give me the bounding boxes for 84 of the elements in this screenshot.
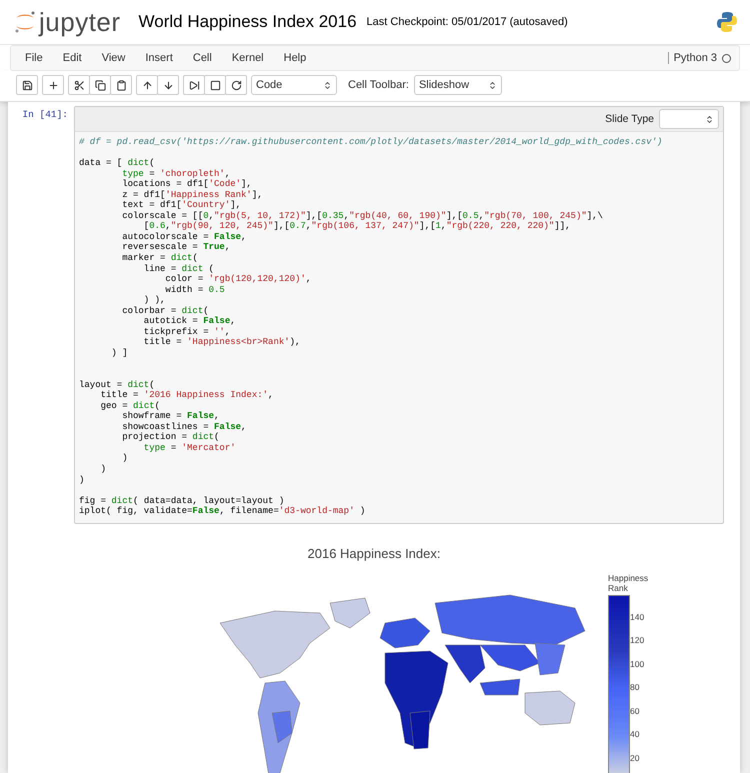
clipboard-icon bbox=[116, 80, 126, 90]
code-line: colorscale = [[0,"rgb(5, 10, 172)"],[0.35,"rgb(40, 60, 190)"],[0.5,"rgb(70, 100, 245)"],\ bbox=[121, 210, 604, 222]
cell-toolbar-label: Cell Toolbar: bbox=[348, 79, 409, 91]
colorbar-tick-label: 140 bbox=[630, 610, 644, 623]
up-down-caret-icon bbox=[705, 114, 714, 124]
run-button[interactable] bbox=[183, 75, 205, 95]
menu-item[interactable]: Edit bbox=[56, 52, 96, 64]
code-line: z = df1['Happiness Rank'], bbox=[121, 190, 264, 200]
colorbar-tick-label: 100 bbox=[630, 658, 644, 670]
checkpoint-status: Last Checkpoint: 05/01/2017 (autosaved) bbox=[366, 16, 569, 28]
save-button[interactable] bbox=[16, 75, 38, 95]
code-line: colorbar = dict( bbox=[121, 306, 210, 316]
save-icon bbox=[22, 80, 32, 90]
menu-item[interactable]: File bbox=[19, 52, 57, 64]
notebook-title[interactable]: World Happiness Index 2016 bbox=[138, 12, 357, 32]
code-line: ) bbox=[100, 464, 108, 474]
kernel-name: Python 3 bbox=[674, 52, 717, 64]
code-line: geo = dict( bbox=[100, 400, 162, 412]
code-line: title = '2016 Happiness Index:', bbox=[100, 390, 274, 401]
stop-button[interactable] bbox=[204, 75, 226, 95]
plot-title: 2016 Happiness Index: bbox=[308, 546, 440, 561]
menu-item[interactable]: Kernel bbox=[226, 52, 278, 64]
code-line: color = 'rgb(120,120,120)', bbox=[164, 274, 312, 285]
colorbar-title: Rank bbox=[608, 582, 628, 593]
code-line: fig = dict( data=data, layout=layout ) bbox=[79, 496, 286, 506]
code-line: reversescale = True, bbox=[121, 242, 232, 254]
code-line: showframe = False, bbox=[121, 411, 220, 422]
code-line: data = [ dict( bbox=[79, 158, 156, 169]
slide-type-label: Slide Type bbox=[605, 113, 654, 125]
code-cell[interactable] bbox=[74, 106, 724, 524]
code-line: ) bbox=[79, 474, 86, 486]
paste-button[interactable] bbox=[110, 75, 132, 95]
colorbar-tick-label: 120 bbox=[630, 634, 644, 646]
code-line: iplot( fig, validate=False, filename='d3-world-map' ) bbox=[79, 506, 366, 517]
menu-item[interactable]: View bbox=[96, 52, 140, 64]
up-down-caret-icon bbox=[488, 80, 497, 90]
arrow-down-icon bbox=[162, 80, 174, 90]
cell-toolbar-select[interactable]: Slideshow bbox=[414, 75, 502, 95]
code-line: ) ), bbox=[142, 295, 166, 306]
restart-icon bbox=[230, 80, 242, 90]
code-line: line = dict ( bbox=[142, 264, 216, 274]
jupyter-logo-icon bbox=[14, 10, 36, 34]
menu-item[interactable]: Insert bbox=[139, 52, 187, 64]
move-up-button[interactable] bbox=[136, 75, 158, 95]
code-line: # df = pd.read_csv('https://raw.githubusercontent.com/plotly/datasets/master/2014_world_gdp_with_codes.csv') bbox=[79, 137, 664, 148]
square-icon bbox=[210, 80, 220, 90]
code-line: autocolorscale = False, bbox=[121, 232, 248, 242]
code-line: width = 0.5 bbox=[164, 284, 226, 296]
code-line: autotick = False, bbox=[142, 316, 237, 327]
code-line: tickprefix = '', bbox=[142, 326, 232, 338]
copy-button[interactable] bbox=[89, 75, 111, 95]
menu-item[interactable]: Help bbox=[278, 52, 320, 64]
code-line: layout = dict( bbox=[79, 380, 156, 390]
plus-icon bbox=[48, 80, 58, 90]
code-line: type = 'Mercator' bbox=[142, 442, 237, 454]
insert-cell-button[interactable] bbox=[42, 75, 64, 95]
step-forward-icon bbox=[188, 80, 200, 90]
code-line: text = df1['Country'], bbox=[121, 200, 242, 211]
cut-button[interactable] bbox=[68, 75, 90, 95]
code-line: projection = dict( bbox=[121, 432, 220, 443]
code-line: [0.6,"rgb(90, 120, 245)"],[0.7,"rgb(106, 137, 247)"],[1,"rgb(220, 220, 220)"]], bbox=[142, 221, 572, 232]
scissors-icon bbox=[74, 80, 84, 90]
colorbar-tick-label: 60 bbox=[630, 704, 640, 717]
up-down-caret-icon bbox=[323, 80, 332, 90]
colorbar-tick-label: 40 bbox=[630, 728, 640, 740]
menu-item[interactable]: Cell bbox=[186, 52, 226, 64]
code-line: locations = df1['Code'], bbox=[121, 179, 253, 190]
code-line: marker = dict( bbox=[121, 253, 199, 264]
code-line: type = 'choropleth', bbox=[121, 168, 232, 180]
python-logo-icon bbox=[716, 11, 738, 33]
code-line: ) bbox=[121, 453, 129, 464]
code-line: ) ] bbox=[110, 348, 129, 358]
colorbar-title: Happiness bbox=[608, 572, 648, 583]
jupyter-logo-text: jupyter bbox=[39, 6, 121, 38]
arrow-up-icon bbox=[142, 80, 152, 90]
colorbar-tick-label: 20 bbox=[630, 752, 640, 764]
restart-button[interactable] bbox=[225, 75, 247, 95]
code-line: showcoastlines = False, bbox=[121, 422, 248, 432]
code-line: title = 'Happiness<br>Rank'), bbox=[142, 337, 302, 348]
colorbar-tick-label: 80 bbox=[630, 681, 640, 694]
move-down-button[interactable] bbox=[157, 75, 179, 95]
input-prompt: In [41]: bbox=[21, 108, 69, 122]
copy-icon bbox=[94, 80, 106, 90]
cell-type-select[interactable]: Code bbox=[251, 75, 337, 95]
